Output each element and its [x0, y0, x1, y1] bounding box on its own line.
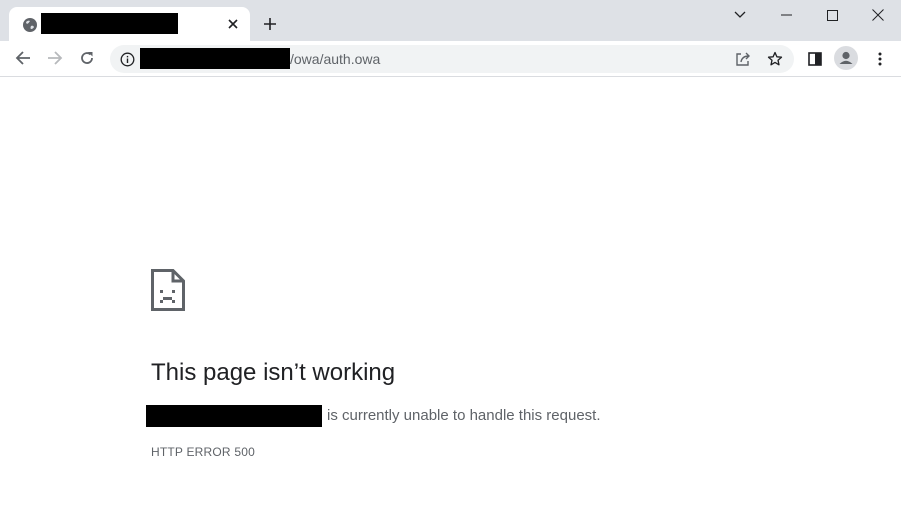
error-page: This page isn’t working is currently una… — [0, 78, 901, 523]
globe-icon — [22, 17, 38, 33]
arrow-left-icon — [15, 51, 30, 65]
close-icon — [872, 9, 884, 21]
minimize-icon — [780, 14, 792, 16]
profile-avatar[interactable] — [834, 46, 858, 70]
error-title: This page isn’t working — [151, 359, 396, 386]
person-icon — [839, 51, 853, 64]
tab-close-icon[interactable] — [224, 15, 242, 33]
error-code: HTTP ERROR 500 — [151, 445, 255, 459]
address-bar[interactable]: /owa/auth.owa — [110, 45, 794, 73]
maximize-button[interactable] — [809, 0, 855, 30]
browser-toolbar: /owa/auth.owa — [0, 41, 901, 77]
window-close-button[interactable] — [855, 0, 901, 30]
side-panel-icon — [808, 52, 822, 66]
site-info-icon[interactable] — [118, 50, 136, 68]
browser-tab[interactable] — [9, 7, 250, 41]
bookmark-star-icon[interactable] — [765, 49, 785, 69]
tab-title-redacted — [41, 13, 178, 34]
error-message-line: is currently unable to handle this reque… — [146, 405, 601, 427]
back-button[interactable] — [9, 44, 37, 72]
sad-page-icon — [151, 269, 185, 311]
reload-icon — [81, 52, 93, 64]
plus-icon — [264, 18, 276, 30]
maximize-icon — [826, 9, 838, 21]
url-host-redacted — [140, 48, 290, 69]
arrow-right-icon — [48, 51, 63, 65]
minimize-button[interactable] — [763, 0, 809, 30]
forward-button[interactable] — [41, 44, 69, 72]
tab-search-button[interactable] — [717, 0, 763, 30]
hostname-redacted — [146, 405, 322, 427]
new-tab-button[interactable] — [259, 13, 281, 35]
error-message: is currently unable to handle this reque… — [327, 407, 601, 424]
side-panel-button[interactable] — [801, 45, 829, 73]
chevron-down-icon — [734, 11, 746, 18]
reload-button[interactable] — [73, 44, 101, 72]
url-path: /owa/auth.owa — [290, 51, 381, 67]
browser-titlebar — [0, 0, 901, 41]
menu-button[interactable] — [866, 45, 894, 73]
kebab-menu-icon — [878, 52, 882, 66]
share-icon[interactable] — [733, 49, 753, 69]
